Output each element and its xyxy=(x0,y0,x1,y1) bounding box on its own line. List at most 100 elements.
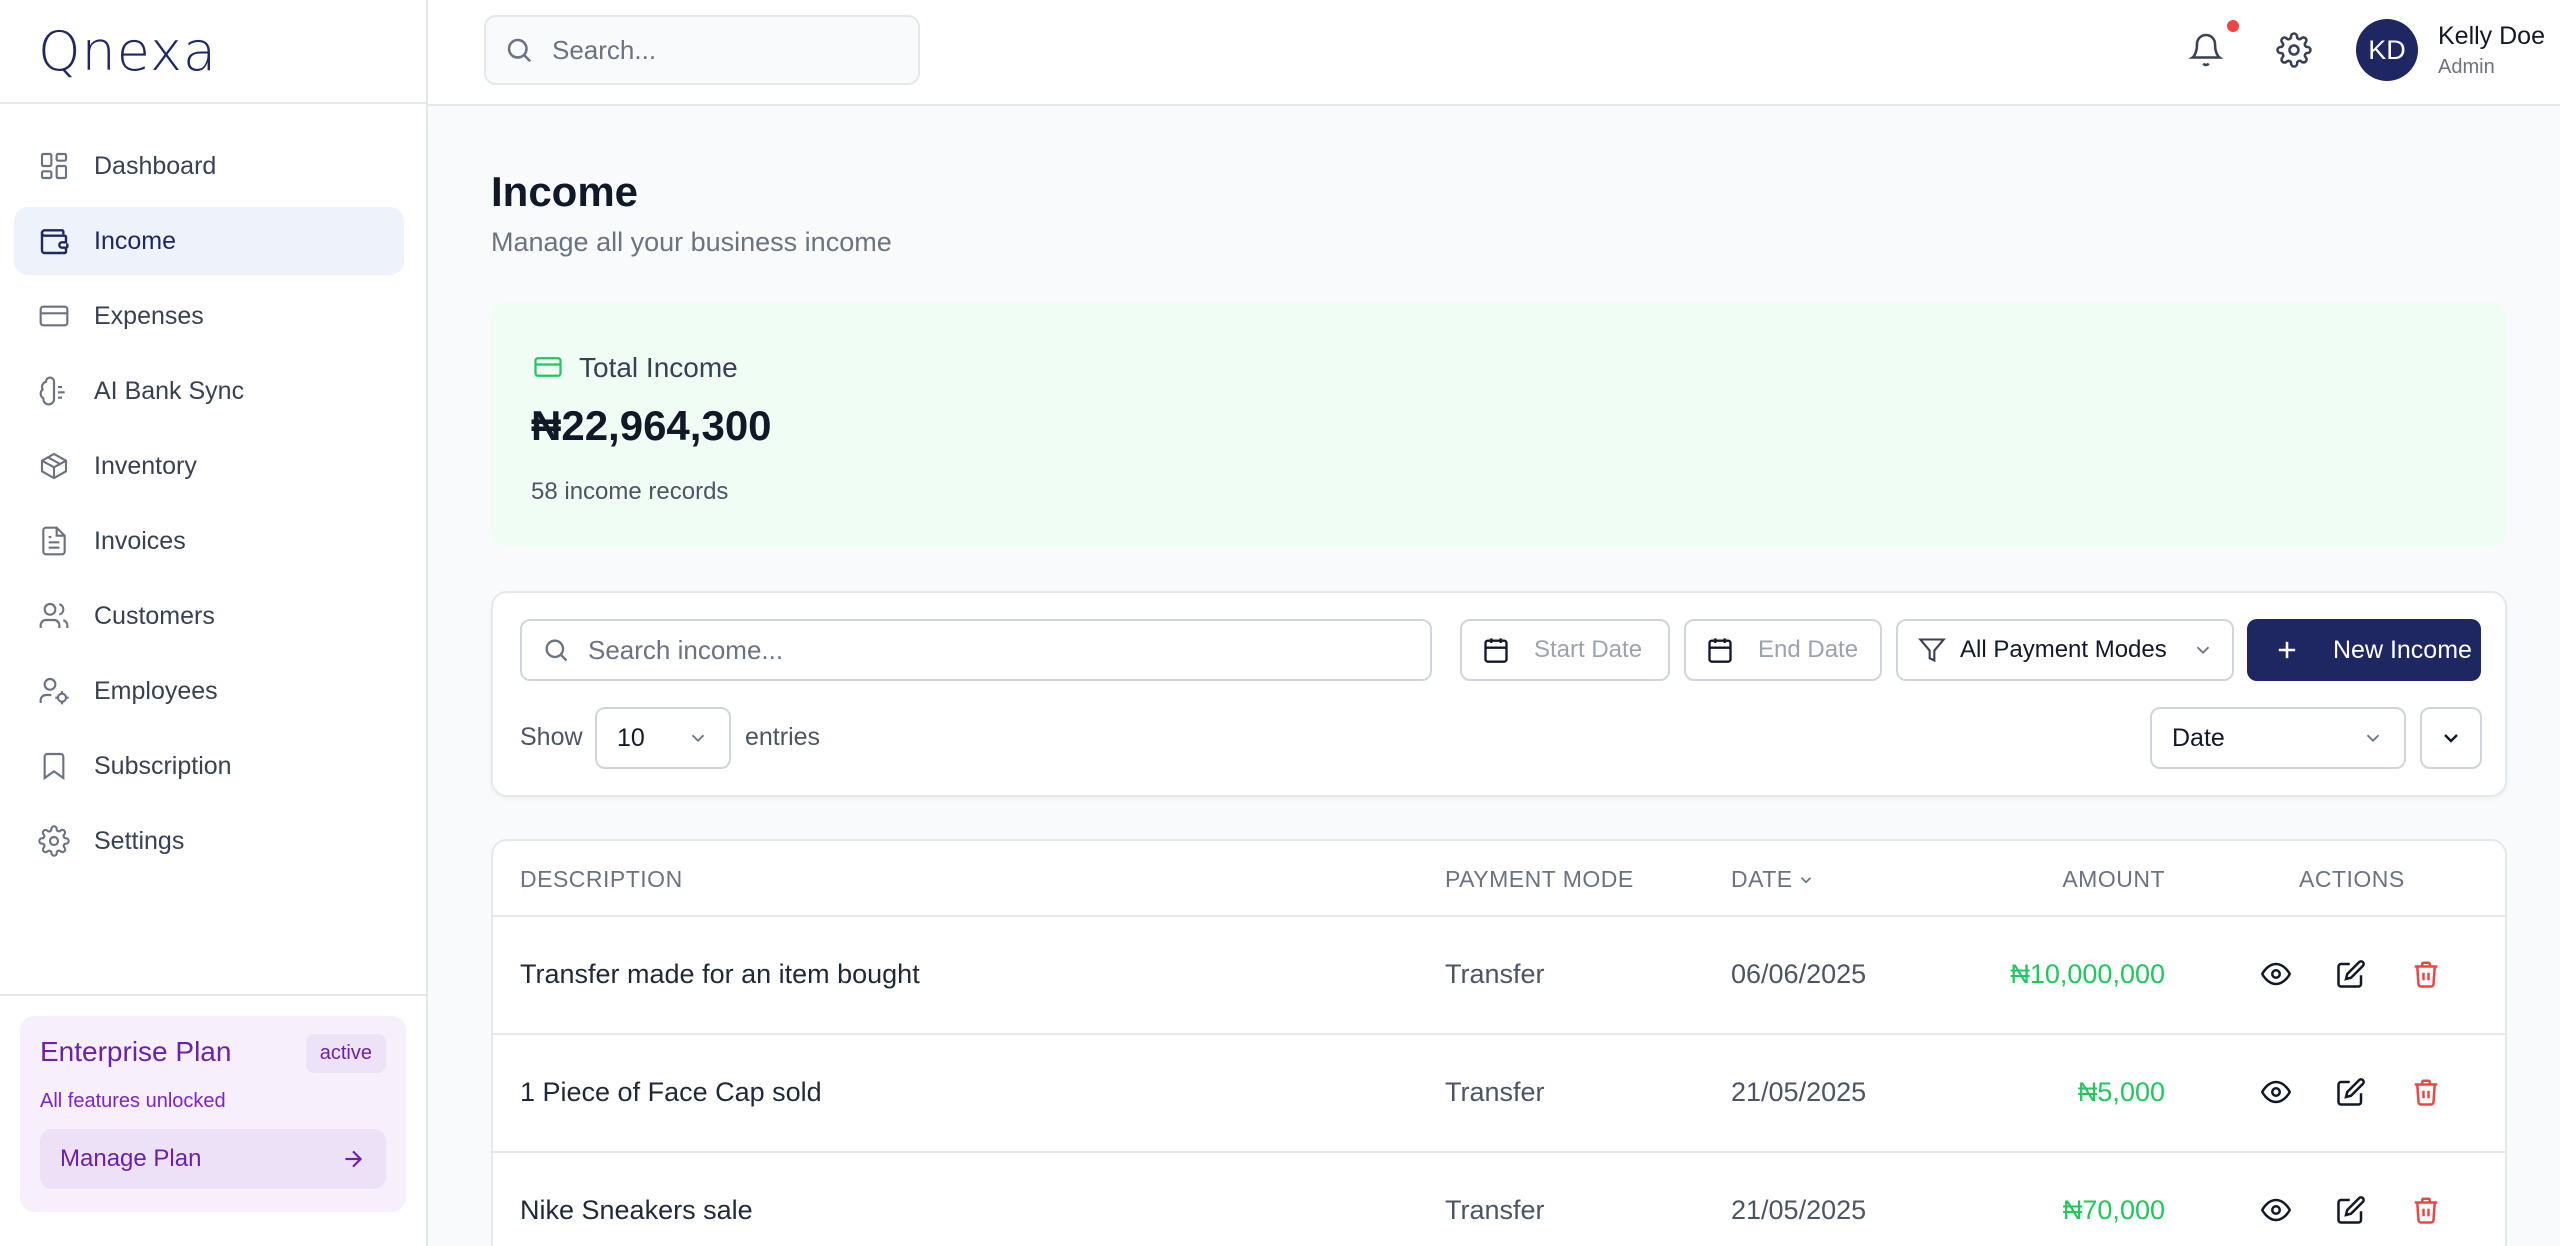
income-search-input[interactable] xyxy=(588,634,1430,666)
table-header: DESCRIPTION PAYMENT MODE DATE AMOUNT ACT… xyxy=(493,841,2505,917)
column-header-date[interactable]: DATE xyxy=(1731,866,1815,893)
sidebar-item-customers[interactable]: Customers xyxy=(14,582,404,650)
wallet-icon xyxy=(38,225,70,257)
bookmark-icon xyxy=(38,750,70,782)
dashboard-icon xyxy=(38,150,70,182)
income-search[interactable] xyxy=(520,619,1432,681)
logo-text: Qnexa xyxy=(38,19,218,83)
entries-value: 10 xyxy=(617,723,645,752)
sidebar-item-label: Employees xyxy=(94,676,218,705)
sidebar-item-label: AI Bank Sync xyxy=(94,376,245,405)
row-description: 1 Piece of Face Cap sold xyxy=(520,1077,822,1107)
package-icon xyxy=(38,450,70,482)
sidebar-item-label: Subscription xyxy=(94,751,232,780)
bell-icon[interactable] xyxy=(2188,32,2224,68)
eye-icon[interactable] xyxy=(2261,1077,2291,1107)
page-title: Income xyxy=(491,168,639,215)
chevron-down-icon xyxy=(2192,639,2214,661)
payment-mode-value: All Payment Modes xyxy=(1960,636,2167,663)
top-bar: KD Kelly Doe Admin xyxy=(428,0,2560,106)
global-search-input[interactable] xyxy=(552,34,918,66)
global-search[interactable] xyxy=(484,15,920,85)
row-date: 06/06/2025 xyxy=(1731,959,1867,989)
manage-plan-button[interactable]: Manage Plan xyxy=(40,1129,386,1189)
row-payment-mode: Transfer xyxy=(1445,1077,1545,1107)
start-date-picker[interactable]: Start Date xyxy=(1460,619,1670,681)
sidebar-item-inventory[interactable]: Inventory xyxy=(14,432,404,500)
entries-label: entries xyxy=(745,723,821,751)
avatar[interactable]: KD xyxy=(2356,19,2418,81)
sidebar-item-label: Income xyxy=(94,226,176,255)
table-row[interactable]: Transfer made for an item bought Transfe… xyxy=(493,917,2505,1035)
gear-icon[interactable] xyxy=(2276,32,2312,68)
chevron-down-icon xyxy=(687,727,709,749)
user-cog-icon xyxy=(38,675,70,707)
edit-icon[interactable] xyxy=(2336,1077,2366,1107)
row-amount: ₦10,000,000 xyxy=(2010,959,2165,989)
sidebar-item-invoices[interactable]: Invoices xyxy=(14,507,404,575)
income-record-count: 58 income records xyxy=(531,478,729,505)
plus-icon xyxy=(2273,636,2301,664)
sort-direction-button[interactable] xyxy=(2420,707,2482,769)
sidebar-item-label: Customers xyxy=(94,601,215,630)
payment-mode-select[interactable]: All Payment Modes xyxy=(1896,619,2234,681)
credit-card-icon xyxy=(38,300,70,332)
user-role: Admin xyxy=(2438,56,2495,78)
users-icon xyxy=(38,600,70,632)
new-income-button[interactable]: New Income xyxy=(2247,619,2481,681)
new-income-label: New Income xyxy=(2333,635,2472,664)
sort-by-select[interactable]: Date xyxy=(2150,707,2406,769)
sidebar-nav: Dashboard Income Expenses AI Bank Sync I… xyxy=(0,104,426,875)
row-payment-mode: Transfer xyxy=(1445,959,1545,989)
show-label: Show xyxy=(520,723,583,751)
total-income-label: Total Income xyxy=(579,352,738,383)
sidebar-item-dashboard[interactable]: Dashboard xyxy=(14,132,404,200)
total-income-card: Total Income ₦22,964,300 58 income recor… xyxy=(491,302,2507,546)
sidebar-item-income[interactable]: Income xyxy=(14,207,404,275)
filter-icon xyxy=(1918,636,1946,664)
calendar-icon xyxy=(1706,636,1734,664)
sidebar-item-ai-bank-sync[interactable]: AI Bank Sync xyxy=(14,357,404,425)
total-income-value: ₦22,964,300 xyxy=(531,402,772,449)
sidebar-item-label: Settings xyxy=(94,826,185,855)
edit-icon[interactable] xyxy=(2336,1195,2366,1225)
filter-panel: Start Date End Date All Payment Modes Ne… xyxy=(491,591,2507,797)
trash-icon[interactable] xyxy=(2411,1077,2441,1107)
sidebar-item-label: Expenses xyxy=(94,301,204,330)
manage-plan-label: Manage Plan xyxy=(60,1145,202,1172)
eye-icon[interactable] xyxy=(2261,959,2291,989)
page-subtitle: Manage all your business income xyxy=(491,227,892,257)
entries-per-page-select[interactable]: 10 xyxy=(595,707,731,769)
sidebar-item-label: Dashboard xyxy=(94,151,217,180)
trash-icon[interactable] xyxy=(2411,959,2441,989)
column-header-actions: ACTIONS xyxy=(2299,866,2405,892)
trash-icon[interactable] xyxy=(2411,1195,2441,1225)
brain-icon xyxy=(38,375,70,407)
sidebar: Qnexa Dashboard Income Expenses AI Bank … xyxy=(0,0,428,1246)
gear-icon xyxy=(38,825,70,857)
eye-icon[interactable] xyxy=(2261,1195,2291,1225)
column-header-description[interactable]: DESCRIPTION xyxy=(520,866,683,893)
logo[interactable]: Qnexa xyxy=(0,0,426,104)
calendar-icon xyxy=(1482,636,1510,664)
plan-section: Enterprise Plan active All features unlo… xyxy=(0,994,426,1246)
income-table: DESCRIPTION PAYMENT MODE DATE AMOUNT ACT… xyxy=(491,839,2507,1246)
row-description: Nike Sneakers sale xyxy=(520,1195,753,1225)
start-date-label: Start Date xyxy=(1534,636,1643,663)
column-header-payment-mode[interactable]: PAYMENT MODE xyxy=(1445,866,1634,893)
row-amount: ₦70,000 xyxy=(2062,1195,2165,1225)
sidebar-item-settings[interactable]: Settings xyxy=(14,807,404,875)
table-row[interactable]: 1 Piece of Face Cap sold Transfer 21/05/… xyxy=(493,1035,2505,1153)
table-row[interactable]: Nike Sneakers sale Transfer 21/05/2025 ₦… xyxy=(493,1153,2505,1246)
chevron-down-icon xyxy=(2362,727,2384,749)
column-header-amount[interactable]: AMOUNT xyxy=(2062,866,2165,893)
row-description: Transfer made for an item bought xyxy=(520,959,920,989)
search-icon xyxy=(504,35,534,65)
sidebar-item-employees[interactable]: Employees xyxy=(14,657,404,725)
edit-icon[interactable] xyxy=(2336,959,2366,989)
sort-by-value: Date xyxy=(2172,723,2225,752)
sidebar-item-expenses[interactable]: Expenses xyxy=(14,282,404,350)
plan-subtitle: All features unlocked xyxy=(40,1090,226,1112)
sidebar-item-subscription[interactable]: Subscription xyxy=(14,732,404,800)
end-date-picker[interactable]: End Date xyxy=(1684,619,1882,681)
